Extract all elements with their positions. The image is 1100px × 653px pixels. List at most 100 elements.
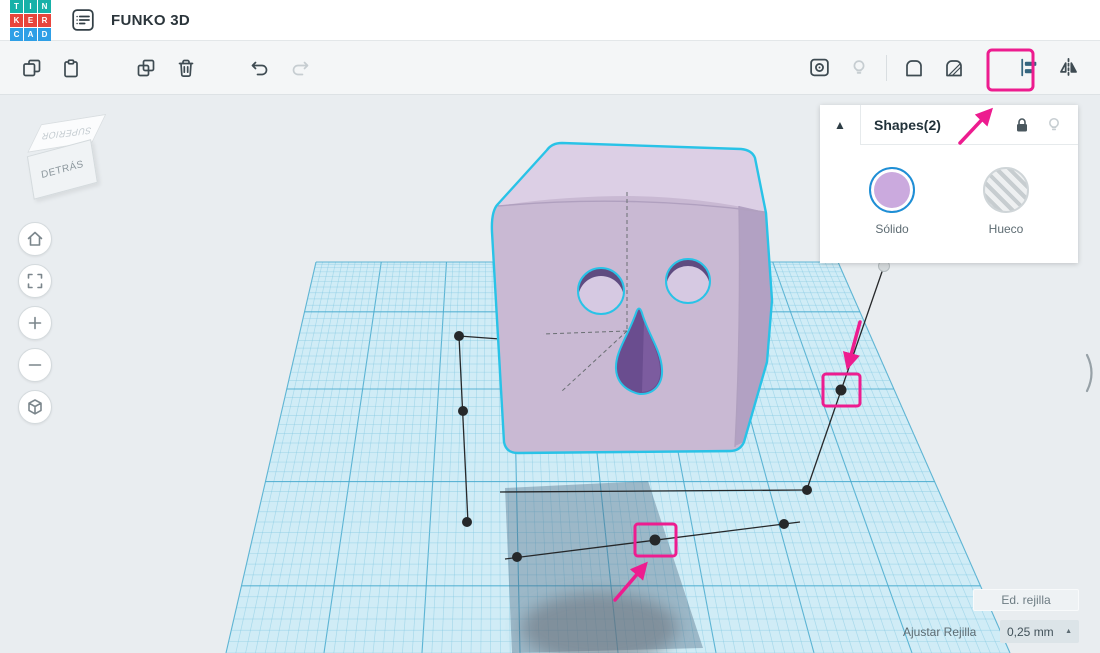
annotation-arrow-to-right-handle xyxy=(843,320,862,371)
edit-grid-button[interactable]: Ed. rejilla xyxy=(973,589,1079,611)
align-icon xyxy=(1020,58,1036,77)
align-axis-lines-back xyxy=(458,335,808,524)
perspective-cube-icon xyxy=(28,399,42,415)
minus-icon xyxy=(28,364,42,366)
annotation-box-right-handle xyxy=(821,372,862,408)
3d-viewport[interactable] xyxy=(0,0,1100,653)
fit-view-icon xyxy=(27,273,43,289)
workplane[interactable] xyxy=(226,262,1010,653)
collapse-panel-button[interactable]: ▲ xyxy=(820,105,861,145)
annotation-arrow-to-bottom-handle xyxy=(613,561,648,602)
hole-shape-button[interactable] xyxy=(934,48,974,88)
cube-front-face xyxy=(491,143,772,453)
align-handle[interactable] xyxy=(458,406,468,416)
snap-grid-label: Ajustar Rejilla xyxy=(903,625,977,639)
redo-icon xyxy=(292,61,309,75)
paste-button[interactable] xyxy=(52,48,92,88)
duplicate-button[interactable] xyxy=(126,48,166,88)
solid-label: Sólido xyxy=(875,222,909,236)
mirror-button[interactable] xyxy=(1048,48,1088,88)
shapes-panel: ▲ Shapes(2) Sólido Hueco xyxy=(820,105,1078,263)
copy-icon xyxy=(23,59,41,76)
logo-letter: K xyxy=(10,13,23,27)
redo-button[interactable] xyxy=(280,48,320,88)
main-toolbar xyxy=(0,41,1100,95)
lock-icon[interactable] xyxy=(1012,115,1032,135)
align-handle[interactable] xyxy=(802,485,812,495)
grid-lines xyxy=(225,261,1011,653)
logo-letter: R xyxy=(38,13,51,27)
option-solid[interactable]: Sólido xyxy=(856,167,928,236)
logo-letter: E xyxy=(24,13,37,27)
left-eye-outline xyxy=(577,267,625,315)
view-cube-front-label: DETRÁS xyxy=(40,158,85,181)
logo-letter: D xyxy=(38,27,51,41)
cube-edge xyxy=(734,205,741,448)
expand-sidebar-button[interactable] xyxy=(1082,350,1100,398)
bounding-dashed-lines xyxy=(542,192,628,392)
chevron-right-icon xyxy=(1085,353,1093,393)
view-nav-column xyxy=(18,222,52,424)
copy-button[interactable] xyxy=(12,48,52,88)
toolbar-divider xyxy=(886,54,887,81)
cube-soft-shadow xyxy=(522,592,678,653)
design-menu-button[interactable] xyxy=(67,4,99,36)
delete-button[interactable] xyxy=(166,48,206,88)
funko-cube[interactable] xyxy=(490,141,774,455)
zoom-in-button[interactable] xyxy=(18,306,52,340)
zoom-out-button[interactable] xyxy=(18,348,52,382)
right-eye-outline xyxy=(665,258,711,304)
align-handle[interactable] xyxy=(454,331,464,341)
align-handle-highlighted-bottom[interactable] xyxy=(649,534,661,546)
list-icon xyxy=(72,9,94,31)
align-handles xyxy=(454,260,890,562)
annotation-box-bottom-handle xyxy=(633,522,678,558)
annotation-overlay xyxy=(613,48,1035,602)
shapes-panel-header: ▲ Shapes(2) xyxy=(820,105,1078,145)
solid-swatch[interactable] xyxy=(869,167,915,213)
collapse-panel-icon: ▲ xyxy=(834,118,846,132)
app-header: T I N K E R C A D FUNKO 3D xyxy=(0,0,1100,41)
shapes-panel-body: Sólido Hueco xyxy=(820,145,1078,236)
trash-icon xyxy=(178,59,194,77)
lightbulb-icon[interactable] xyxy=(1044,115,1064,135)
snap-grid-value: 0,25 mm xyxy=(1007,624,1054,639)
show-all-button[interactable] xyxy=(799,48,839,88)
cube-right-face xyxy=(735,206,772,446)
logo-letter: A xyxy=(24,27,37,41)
align-handle[interactable] xyxy=(462,517,472,527)
home-icon xyxy=(27,231,43,246)
lights-button[interactable] xyxy=(839,48,879,88)
plus-icon xyxy=(28,316,42,330)
undo-button[interactable] xyxy=(240,48,280,88)
logo-letter: N xyxy=(38,0,51,13)
perspective-toggle-button[interactable] xyxy=(18,390,52,424)
snap-grid-dropdown[interactable]: 0,25 mm ▲ xyxy=(1000,620,1079,643)
logo-letter: C xyxy=(10,27,23,41)
view-cube[interactable]: SUPERIOR DETRÁS xyxy=(22,112,120,208)
cube-shadow-plane xyxy=(505,481,703,653)
cube-top-face xyxy=(498,143,765,212)
hole-label: Hueco xyxy=(988,222,1024,236)
home-view-button[interactable] xyxy=(18,222,52,256)
caret-up-icon: ▲ xyxy=(1065,628,1072,635)
paste-icon xyxy=(64,58,78,77)
align-handle[interactable] xyxy=(512,552,522,562)
solid-shape-icon xyxy=(906,59,922,76)
right-eye xyxy=(666,259,710,303)
align-handle-highlighted-right[interactable] xyxy=(835,384,847,396)
fit-view-button[interactable] xyxy=(18,264,52,298)
hole-swatch[interactable] xyxy=(983,167,1029,213)
align-button[interactable] xyxy=(1008,48,1048,88)
left-eye xyxy=(578,268,624,314)
design-title: FUNKO 3D xyxy=(111,11,191,29)
solid-shape-button[interactable] xyxy=(894,48,934,88)
logo-letter: I xyxy=(24,0,37,13)
option-hole[interactable]: Hueco xyxy=(970,167,1042,236)
align-handle[interactable] xyxy=(779,519,789,529)
tinkercad-logo[interactable]: T I N K E R C A D xyxy=(10,0,51,41)
mirror-icon xyxy=(1059,58,1077,77)
undo-icon xyxy=(251,61,268,75)
cube-edge xyxy=(497,200,766,213)
lightbulb-icon xyxy=(853,59,865,74)
